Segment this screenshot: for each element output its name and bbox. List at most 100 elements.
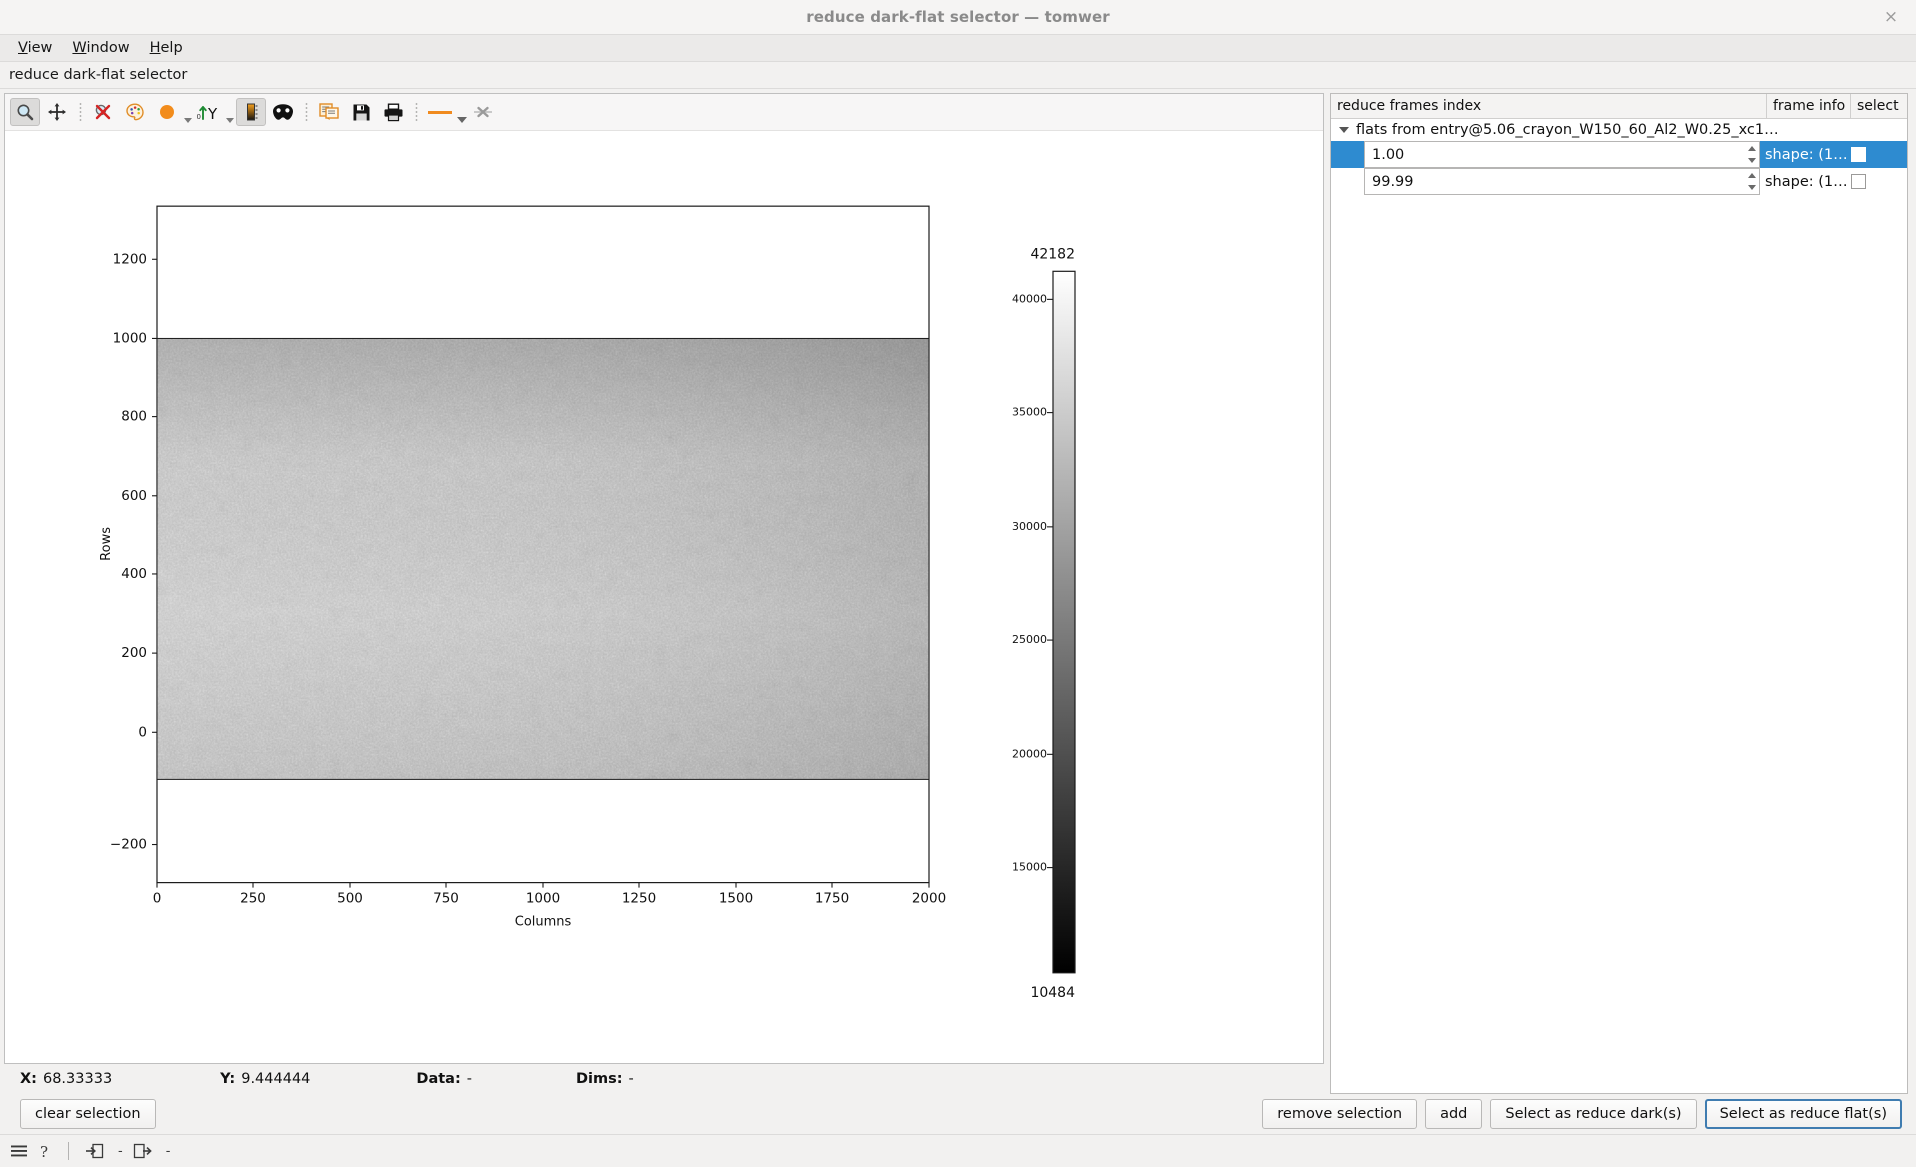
svg-text:40000: 40000 [1012, 292, 1047, 305]
colorbar-min-label: 10484 [1031, 985, 1076, 1001]
status-x-value: 68.33333 [42, 1071, 113, 1087]
print-icon[interactable] [378, 98, 408, 126]
y-axis-label: Rows [99, 527, 114, 561]
svg-text:0: 0 [197, 113, 201, 121]
application-window: reduce dark-flat selector — tomwer × Vie… [0, 0, 1916, 1167]
colorbar: 40000 35000 30000 25000 20000 15000 4218… [1012, 246, 1076, 1001]
copy-icon[interactable] [314, 98, 344, 126]
menu-bar: View Window Help [0, 35, 1916, 62]
select-checkbox-1[interactable] [1851, 174, 1866, 189]
y-axis-ticks: 1200 1000 800 600 400 200 0 −200 [110, 251, 157, 853]
frame-index-input-0[interactable]: 1.00 [1364, 141, 1744, 168]
column-header-select[interactable]: select [1851, 94, 1907, 118]
title-bar: reduce dark-flat selector — tomwer × [0, 0, 1916, 35]
frame-index-input-1[interactable]: 99.99 [1364, 168, 1744, 195]
status-data: Data: - [416, 1071, 472, 1087]
spin-up-icon-0[interactable] [1744, 142, 1759, 155]
menu-item-view[interactable]: View [8, 37, 62, 59]
tree-group-label: flats from entry@5.06_crayon_W150_60_Al2… [1356, 122, 1779, 138]
toolbar-separator [75, 101, 85, 123]
expand-collapse-chevron-down-icon[interactable] [1339, 127, 1349, 133]
orange-circle-icon[interactable] [152, 98, 182, 126]
y-axis-chevron-down-icon[interactable] [225, 96, 235, 128]
svg-text:15000: 15000 [1012, 861, 1047, 874]
reduce-frames-tree[interactable]: reduce frames index frame info select fl… [1330, 93, 1908, 1094]
remove-marker-icon [468, 98, 498, 126]
zoom-icon[interactable] [10, 98, 40, 126]
svg-text:1500: 1500 [719, 891, 753, 907]
x-axis-label: Columns [515, 915, 572, 930]
status-data-key: Data: [416, 1071, 461, 1087]
document-title: reduce dark-flat selector [9, 67, 188, 83]
colorbar-icon[interactable] [236, 98, 266, 126]
frames-action-buttons: remove selection add Select as reduce da… [1262, 1094, 1908, 1134]
menu-help-rest: elp [160, 40, 183, 56]
plot-canvas[interactable]: 1200 1000 800 600 400 200 0 −200 0 250 5… [5, 131, 1323, 1063]
menu-help-mnemonic: H [149, 40, 161, 56]
line-style-chevron-down-icon[interactable] [457, 96, 467, 128]
table-row[interactable]: 99.99 shape: (1… [1331, 168, 1907, 195]
tree-header-row: reduce frames index frame info select [1331, 94, 1907, 119]
menu-item-window[interactable]: Window [62, 37, 139, 59]
line-style-icon[interactable] [423, 98, 457, 126]
menu-window-rest: indow [86, 40, 130, 56]
status-y-value: 9.444444 [241, 1071, 311, 1087]
frame-index-stepper-0[interactable]: 1.00 [1364, 141, 1760, 168]
svg-text:1200: 1200 [113, 251, 147, 267]
save-icon[interactable] [346, 98, 376, 126]
column-header-frame-info[interactable]: frame info [1767, 94, 1851, 118]
status-x-key: X: [20, 1071, 37, 1087]
table-row[interactable]: 1.00 shape: (1… [1331, 141, 1907, 168]
frame-index-spin-buttons-1[interactable] [1744, 168, 1760, 195]
add-button[interactable]: add [1425, 1099, 1483, 1129]
spin-down-icon-1[interactable] [1744, 182, 1759, 195]
status-y: Y: 9.444444 [220, 1071, 310, 1087]
clear-selection-button[interactable]: clear selection [20, 1099, 156, 1129]
pan-move-icon[interactable] [42, 98, 72, 126]
spin-down-icon-0[interactable] [1744, 155, 1759, 168]
output-value: - [165, 1143, 171, 1159]
menu-view-rest: iew [27, 40, 53, 56]
select-as-reduce-darks-button[interactable]: Select as reduce dark(s) [1490, 1099, 1697, 1129]
toolbar-separator-2 [301, 101, 311, 123]
frame-info-0: shape: (1… [1765, 146, 1848, 163]
select-as-reduce-flats-button[interactable]: Select as reduce flat(s) [1704, 1099, 1902, 1129]
svg-text:200: 200 [121, 645, 147, 661]
svg-text:1750: 1750 [815, 891, 849, 907]
coordinate-status-bar: X: 68.33333 Y: 9.444444 Data: - Dims: - [4, 1064, 1324, 1094]
svg-text:2000: 2000 [912, 891, 946, 907]
column-header-index[interactable]: reduce frames index [1331, 94, 1767, 118]
main-body: 0 Y 1200 1000 800 600 400 200 0 −200 0 2… [0, 89, 1916, 1134]
svg-text:1000: 1000 [113, 330, 147, 346]
bottom-status-bar: ? - - [0, 1134, 1916, 1167]
spin-up-icon-1[interactable] [1744, 169, 1759, 182]
menu-view-mnemonic: V [18, 40, 28, 56]
frames-panel: reduce frames index frame info select fl… [1262, 93, 1912, 1134]
input-value: - [118, 1143, 123, 1159]
output-arrow-icon[interactable] [133, 1143, 152, 1159]
svg-text:?: ? [40, 1143, 48, 1160]
aspect-ratio-chevron-down-icon[interactable] [183, 96, 193, 128]
frame-index-spin-buttons-0[interactable] [1744, 141, 1760, 168]
frame-index-stepper-1[interactable]: 99.99 [1364, 168, 1760, 195]
hamburger-menu-icon[interactable] [10, 1144, 28, 1158]
select-cell-0[interactable] [1849, 141, 1907, 168]
mask-icon[interactable] [268, 98, 298, 126]
select-cell-1[interactable] [1849, 168, 1907, 195]
select-checkbox-0[interactable] [1851, 147, 1866, 162]
remove-selection-button[interactable]: remove selection [1262, 1099, 1418, 1129]
svg-text:35000: 35000 [1012, 406, 1047, 419]
y-axis-direction-icon[interactable]: 0 Y [194, 98, 224, 126]
svg-text:800: 800 [121, 409, 147, 425]
status-y-key: Y: [220, 1071, 236, 1087]
frame-info-1: shape: (1… [1765, 173, 1848, 190]
close-icon[interactable]: × [1880, 6, 1902, 28]
help-question-icon[interactable]: ? [38, 1143, 52, 1160]
color-palette-icon[interactable] [120, 98, 150, 126]
input-arrow-icon[interactable] [85, 1143, 104, 1159]
menu-item-help[interactable]: Help [140, 37, 193, 59]
plot-toolbar: 0 Y [5, 94, 1323, 131]
tree-group-row[interactable]: flats from entry@5.06_crayon_W150_60_Al2… [1331, 119, 1907, 141]
svg-text:600: 600 [121, 488, 147, 504]
reset-zoom-icon[interactable] [88, 98, 118, 126]
